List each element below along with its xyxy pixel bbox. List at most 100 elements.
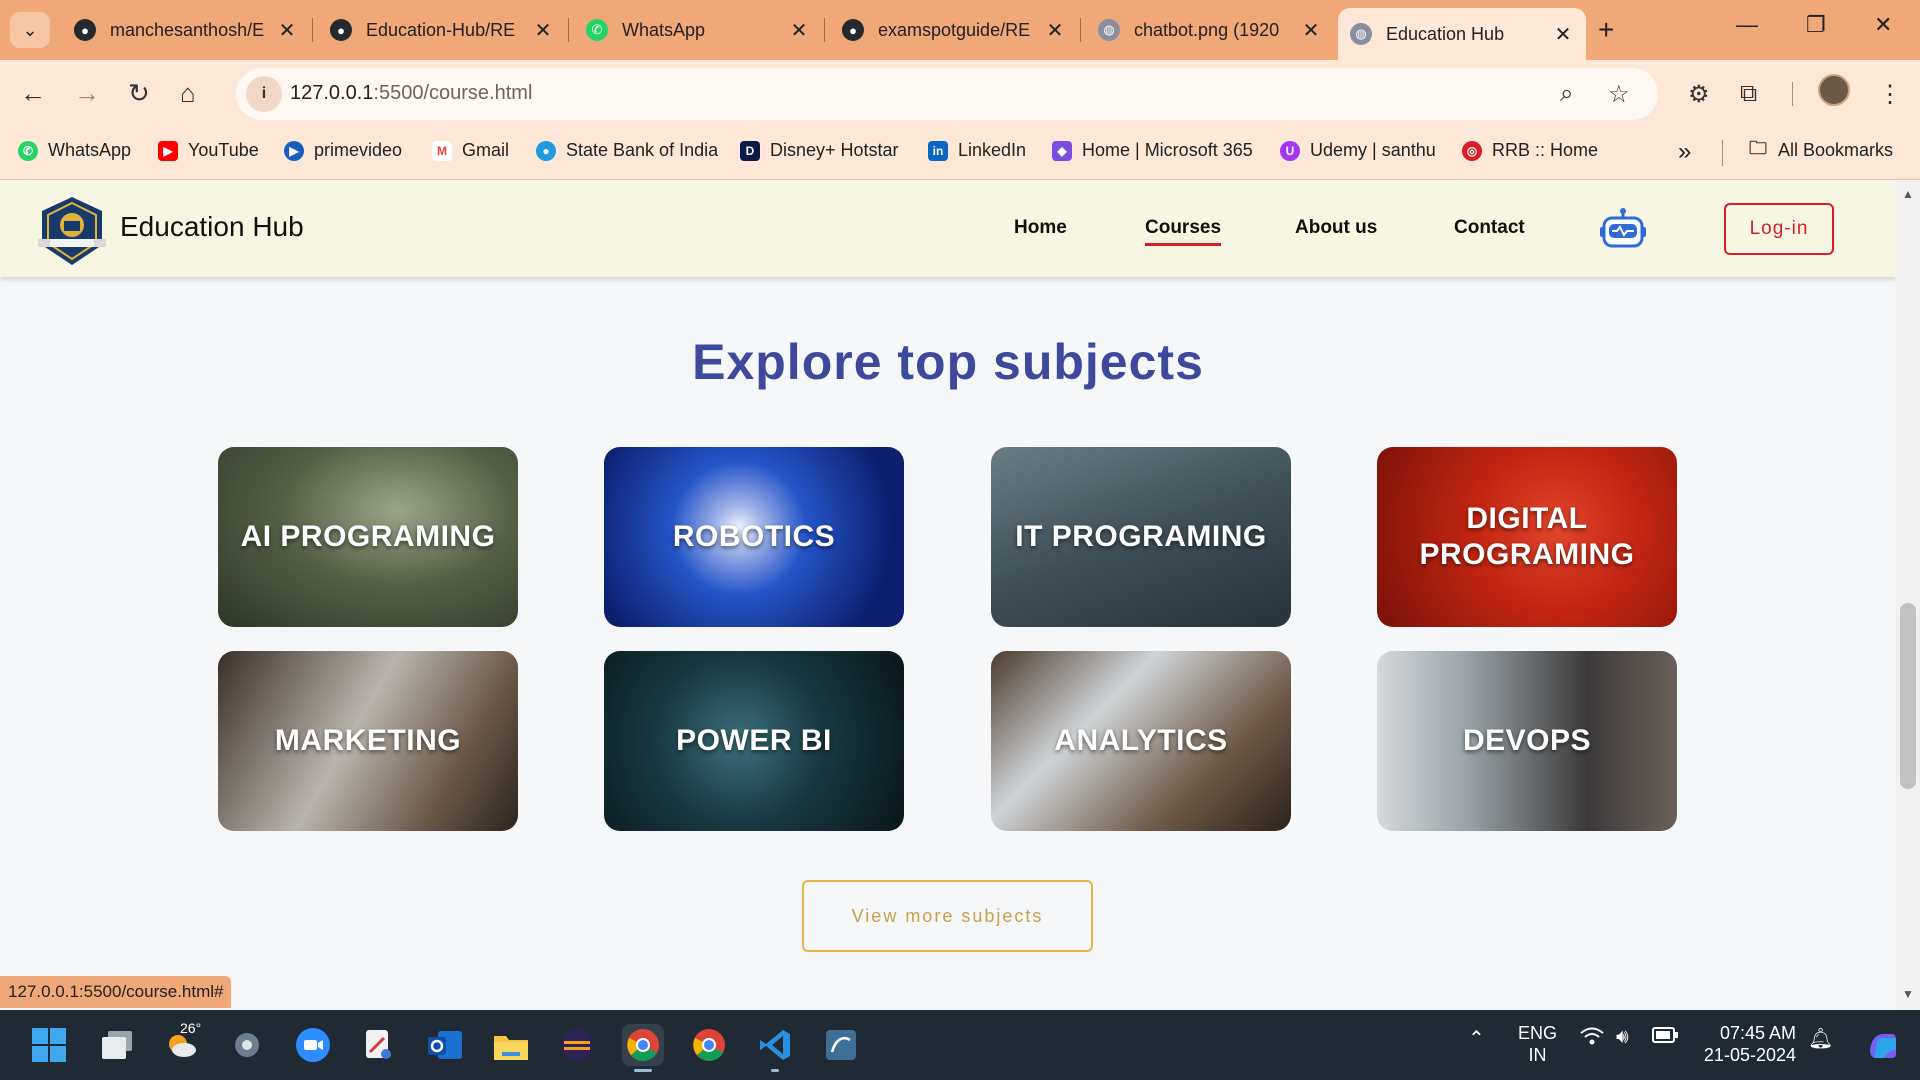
status-bar-url: 127.0.0.1:5500/course.html# — [0, 976, 232, 1008]
nav-home[interactable]: Home — [1014, 217, 1067, 239]
zoom-app-icon[interactable] — [292, 1024, 334, 1066]
login-button[interactable]: Log-in — [1724, 203, 1834, 255]
address-bar[interactable]: i 127.0.0.1:5500/course.html ⌕ ☆ — [236, 68, 1658, 120]
copilot-icon[interactable] — [1862, 1024, 1904, 1066]
forward-arrow-icon[interactable]: → — [74, 78, 100, 109]
subject-card-digital-programing[interactable]: DIGITAL PROGRAMING — [1377, 447, 1677, 627]
bookmark-hotstar[interactable]: D Disney+ Hotstar — [740, 140, 899, 161]
close-icon[interactable]: ✕ — [1552, 22, 1574, 47]
subject-card-marketing[interactable]: MARKETING — [218, 651, 518, 831]
scrollbar-thumb[interactable] — [1900, 603, 1916, 789]
snipping-tool-icon[interactable] — [358, 1024, 400, 1066]
hotstar-icon: D — [740, 140, 760, 161]
bookmark-rrb[interactable]: ◎ RRB :: Home — [1462, 140, 1598, 161]
tab-3[interactable]: ✆ WhatsApp ✕ — [574, 8, 822, 52]
volume-icon[interactable]: 🔊︎ — [1616, 1026, 1629, 1049]
tab-title: Education-Hub/RE — [366, 19, 516, 40]
card-label-line: AI PROGRAMING — [240, 520, 496, 553]
subject-card-it-programing[interactable]: IT PROGRAMING — [991, 447, 1291, 627]
tab-title: manchesanthosh/E — [110, 19, 265, 40]
restore-button[interactable]: ❐ — [1806, 12, 1826, 38]
tab-4[interactable]: ● examspotguide/RE ✕ — [830, 8, 1078, 52]
close-icon[interactable]: ✕ — [276, 18, 298, 43]
tab-title: WhatsApp — [622, 19, 706, 40]
url-text[interactable]: 127.0.0.1:5500/course.html — [290, 82, 532, 105]
chevron-up-icon[interactable]: ⌃ — [1468, 1026, 1485, 1051]
outlook-icon[interactable] — [424, 1024, 466, 1066]
minimize-button[interactable]: — — [1736, 12, 1758, 38]
new-tab-button[interactable]: + — [1598, 14, 1614, 46]
page-scrollbar[interactable]: ▲ ▼ — [1896, 181, 1920, 1010]
close-icon[interactable]: ✕ — [1300, 18, 1322, 43]
nav-about-us[interactable]: About us — [1295, 217, 1377, 239]
system-clock[interactable]: 07:45 AM 21-05-2024 — [1700, 1022, 1796, 1066]
subject-card-devops[interactable]: DEVOPS — [1377, 651, 1677, 831]
tab-title: Education Hub — [1386, 23, 1505, 44]
notification-bell-icon[interactable]: 🔔︎ — [1808, 1026, 1833, 1051]
bookmark-label: LinkedIn — [958, 140, 1027, 160]
subject-card-robotics[interactable]: ROBOTICS — [604, 447, 904, 627]
folder-icon: 🗀 — [1749, 137, 1767, 158]
tab-2[interactable]: ● Education-Hub/RE ✕ — [318, 8, 566, 52]
profile-avatar[interactable] — [1818, 74, 1850, 106]
puzzle-icon[interactable]: ⧉ — [1740, 80, 1757, 108]
star-icon[interactable]: ☆ — [1608, 80, 1630, 109]
battery-icon[interactable] — [1652, 1026, 1678, 1049]
card-label-line: DEVOPS — [1462, 724, 1592, 757]
close-icon[interactable]: ✕ — [1044, 18, 1066, 43]
chrome-icon[interactable] — [622, 1024, 664, 1072]
task-view-icon[interactable] — [96, 1024, 138, 1066]
scroll-down-arrow-icon[interactable]: ▼ — [1902, 987, 1914, 1001]
eclipse-icon[interactable] — [556, 1024, 598, 1066]
tab-1[interactable]: ● manchesanthosh/E ✕ — [62, 8, 310, 52]
bookmark-primevideo[interactable]: ▶ primevideo — [284, 140, 402, 161]
zoom-icon[interactable]: ⌕ — [1560, 80, 1573, 108]
bookmark-microsoft365[interactable]: ◆ Home | Microsoft 365 — [1052, 140, 1253, 161]
windows-start-icon[interactable] — [28, 1024, 70, 1066]
subject-card-ai-programing[interactable]: AI PROGRAMING — [218, 447, 518, 627]
clock-time: 07:45 AM — [1719, 1023, 1796, 1043]
mysql-workbench-icon[interactable] — [820, 1024, 862, 1066]
close-icon[interactable]: ✕ — [532, 18, 554, 43]
site-info-icon[interactable]: i — [246, 76, 282, 112]
card-label-line: PROGRAMING — [1419, 538, 1635, 571]
reload-icon[interactable]: ↻ — [128, 78, 150, 109]
bookmark-linkedin[interactable]: in LinkedIn — [928, 140, 1026, 161]
bookmark-youtube[interactable]: ▶ YouTube — [158, 140, 259, 161]
settings-icon[interactable] — [226, 1024, 268, 1066]
chrome-profile-icon[interactable] — [688, 1024, 730, 1066]
close-icon[interactable]: ✕ — [788, 18, 810, 43]
subject-card-power-bi[interactable]: POWER BI — [604, 651, 904, 831]
card-label: ANALYTICS — [1054, 723, 1227, 759]
nav-courses[interactable]: Courses — [1145, 217, 1222, 246]
bookmark-label: Disney+ Hotstar — [770, 140, 899, 160]
menu-icon[interactable]: ⋮ — [1878, 80, 1902, 109]
bookmark-sbi[interactable]: ● State Bank of India — [536, 140, 718, 161]
extension-icon[interactable]: ⚙ — [1688, 80, 1710, 109]
language-indicator[interactable]: ENG IN — [1518, 1022, 1557, 1066]
brand-name[interactable]: Education Hub — [120, 211, 304, 243]
wifi-icon[interactable] — [1580, 1026, 1604, 1052]
subject-card-analytics[interactable]: ANALYTICS — [991, 651, 1291, 831]
youtube-icon: ▶ — [158, 140, 178, 161]
vscode-icon[interactable] — [754, 1024, 796, 1072]
tab-active[interactable]: ◍ Education Hub ✕ — [1338, 8, 1586, 60]
home-icon[interactable]: ⌂ — [180, 78, 196, 109]
view-more-subjects-button[interactable]: View more subjects — [802, 880, 1093, 952]
chatbot-icon[interactable] — [1600, 207, 1646, 249]
scroll-up-arrow-icon[interactable]: ▲ — [1902, 187, 1914, 201]
nav-contact[interactable]: Contact — [1454, 217, 1525, 239]
card-label: POWER BI — [676, 723, 832, 759]
file-explorer-icon[interactable] — [490, 1024, 532, 1066]
all-bookmarks[interactable]: 🗀 All Bookmarks — [1748, 137, 1893, 161]
back-arrow-icon[interactable]: ← — [20, 78, 46, 109]
bookmark-gmail[interactable]: M Gmail — [432, 140, 509, 161]
card-label: MARKETING — [275, 723, 461, 759]
close-window-button[interactable]: ✕ — [1874, 12, 1892, 38]
tab-5[interactable]: ◍ chatbot.png (1920 ✕ — [1086, 8, 1334, 52]
tab-search-button[interactable]: ⌄ — [10, 12, 50, 48]
more-bookmarks-icon[interactable]: » — [1678, 138, 1691, 166]
bookmark-whatsapp[interactable]: ✆ WhatsApp — [18, 140, 131, 161]
bookmark-udemy[interactable]: U Udemy | santhu — [1280, 140, 1436, 161]
card-label-line: DIGITAL — [1466, 502, 1588, 535]
